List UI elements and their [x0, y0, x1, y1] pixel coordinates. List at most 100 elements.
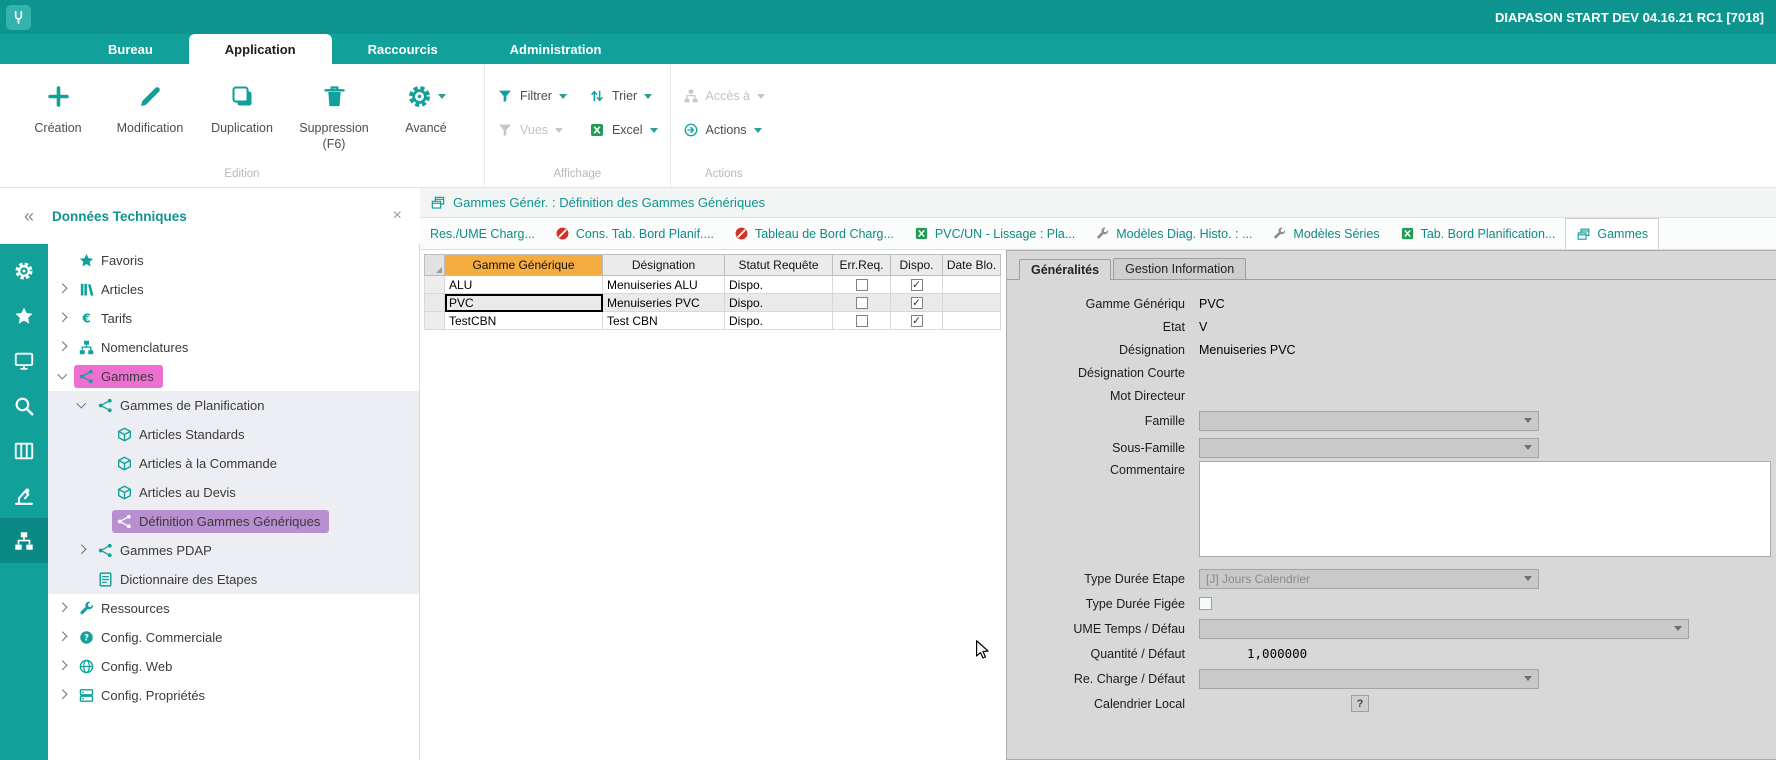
tree-expander[interactable] — [54, 375, 71, 378]
grid-cell-dispo[interactable]: ✓ — [891, 276, 943, 294]
checkbox-unchecked[interactable] — [856, 279, 868, 291]
tree-expander[interactable] — [54, 287, 71, 292]
trier-button[interactable]: Trier — [589, 88, 658, 104]
grid-cell-date-blo[interactable] — [943, 312, 1001, 330]
tree-item-config-commerciale[interactable]: Config. Commerciale — [48, 623, 419, 652]
tree-item-articles-au-devis[interactable]: Articles au Devis — [48, 478, 419, 507]
creation-button[interactable]: Création — [12, 72, 104, 153]
menu-tab-bureau[interactable]: Bureau — [72, 34, 189, 64]
grid-column-header-statut-requete[interactable]: Statut Requête — [725, 255, 833, 276]
grid-column-header-designation[interactable]: Désignation — [603, 255, 725, 276]
famille-dropdown[interactable] — [1199, 411, 1539, 431]
document-tab-modeles-diag-histo[interactable]: Modèles Diag. Histo. : ... — [1085, 218, 1262, 249]
checkbox-checked[interactable]: ✓ — [911, 315, 923, 327]
tree-item-dictionnaire-des-etapes[interactable]: Dictionnaire des Etapes — [48, 565, 419, 594]
grid-cell-date-blo[interactable] — [943, 294, 1001, 312]
checkbox-unchecked[interactable] — [856, 315, 868, 327]
menu-tab-administration[interactable]: Administration — [474, 34, 638, 64]
tree-expander[interactable] — [54, 606, 71, 611]
grid-cell[interactable]: Dispo. — [725, 276, 833, 294]
document-tab-cons-tab-bord-planif[interactable]: Cons. Tab. Bord Planif.... — [545, 218, 724, 249]
grid-row-alu[interactable]: ALUMenuiseries ALUDispo. ✓ — [425, 276, 1001, 294]
tree-item-gammes-pdap[interactable]: Gammes PDAP — [48, 536, 419, 565]
tree-item-config-proprietes[interactable]: Config. Propriétés — [48, 681, 419, 710]
tree-item-gammes[interactable]: Gammes — [48, 362, 419, 391]
tree-expander[interactable] — [54, 345, 71, 350]
tree-item-nomenclatures[interactable]: Nomenclatures — [48, 333, 419, 362]
detail-tab-gestion-information[interactable]: Gestion Information — [1113, 258, 1246, 279]
tree-expander[interactable] — [54, 693, 71, 698]
rail-machine-button[interactable] — [0, 473, 48, 518]
document-tab-tableau-de-bord-charg[interactable]: Tableau de Bord Charg... — [724, 218, 904, 249]
grid-cell-dispo[interactable]: ✓ — [891, 312, 943, 330]
commentaire-textarea[interactable] — [1199, 461, 1771, 557]
tree-item-tarifs[interactable]: Tarifs — [48, 304, 419, 333]
grid-cell[interactable]: TestCBN — [445, 312, 603, 330]
re-charge-defaut-dropdown[interactable] — [1199, 669, 1539, 689]
actions-button[interactable]: Actions — [683, 122, 765, 138]
grid-cell-err-req[interactable] — [833, 294, 891, 312]
calendar-help-button[interactable]: ? — [1351, 695, 1369, 712]
ume-temps-defau-dropdown[interactable] — [1199, 619, 1689, 639]
rail-star-button[interactable] — [0, 293, 48, 338]
collapse-sidebar-button[interactable]: « — [24, 207, 34, 225]
type-duree-figee-checkbox[interactable] — [1199, 597, 1212, 610]
row-selector[interactable] — [425, 294, 445, 312]
menu-tab-application[interactable]: Application — [189, 34, 332, 64]
tree-expander[interactable] — [73, 404, 90, 407]
grid-cell[interactable]: ALU — [445, 276, 603, 294]
document-tab-modeles-series[interactable]: Modèles Séries — [1262, 218, 1389, 249]
grid-cell[interactable]: Test CBN — [603, 312, 725, 330]
checkbox-checked[interactable]: ✓ — [911, 279, 923, 291]
tree-item-ressources[interactable]: Ressources — [48, 594, 419, 623]
rail-desktop-button[interactable] — [0, 338, 48, 383]
avance-button[interactable]: Avancé — [380, 72, 472, 153]
grid-column-header-dispo[interactable]: Dispo. — [891, 255, 943, 276]
tree-item-articles-a-la-commande[interactable]: Articles à la Commande — [48, 449, 419, 478]
checkbox-checked[interactable]: ✓ — [911, 297, 923, 309]
sous-famille-dropdown[interactable] — [1199, 438, 1539, 458]
excel-button[interactable]: Excel — [589, 122, 658, 138]
rail-columns-button[interactable] — [0, 428, 48, 473]
type-duree-etape-dropdown[interactable]: [J] Jours Calendrier — [1199, 569, 1539, 589]
grid-cell-err-req[interactable] — [833, 276, 891, 294]
tree-item-favoris[interactable]: Favoris — [48, 246, 419, 275]
detail-tab-generalites[interactable]: Généralités — [1019, 259, 1111, 280]
tree-expander[interactable] — [73, 548, 90, 553]
modification-button[interactable]: Modification — [104, 72, 196, 153]
rail-gear-button[interactable] — [0, 248, 48, 293]
tree-expander[interactable] — [54, 664, 71, 669]
tree-item-articles[interactable]: Articles — [48, 275, 419, 304]
menu-tab-raccourcis[interactable]: Raccourcis — [332, 34, 474, 64]
grid-cell-dispo[interactable]: ✓ — [891, 294, 943, 312]
rail-search-button[interactable] — [0, 383, 48, 428]
grid-column-header-err-req[interactable]: Err.Req. — [833, 255, 891, 276]
filtrer-button[interactable]: Filtrer — [497, 88, 567, 104]
tree-expander[interactable] — [54, 316, 71, 321]
row-selector[interactable] — [425, 276, 445, 294]
rail-hierarchy-button[interactable] — [0, 518, 48, 563]
grid-cell[interactable]: Dispo. — [725, 312, 833, 330]
grid-cell[interactable]: Menuiseries PVC — [603, 294, 725, 312]
document-tab-gammes[interactable]: Gammes — [1565, 218, 1659, 249]
grid-column-header-gamme-generique[interactable]: Gamme Générique — [445, 255, 603, 276]
grid-cell[interactable]: PVC — [445, 294, 603, 312]
document-tab-pvc-un-lissage-pla[interactable]: PVC/UN - Lissage : Pla... — [904, 218, 1085, 249]
grid-row-pvc[interactable]: PVCMenuiseries PVCDispo. ✓ — [425, 294, 1001, 312]
tree-item-gammes-de-planification[interactable]: Gammes de Planification — [48, 391, 419, 420]
row-selector[interactable] — [425, 312, 445, 330]
grid-cell[interactable]: Menuiseries ALU — [603, 276, 725, 294]
grid-cell-err-req[interactable] — [833, 312, 891, 330]
tree-item-articles-standards[interactable]: Articles Standards — [48, 420, 419, 449]
document-tab-res-ume-charg[interactable]: Res./UME Charg... — [420, 218, 545, 249]
grid-cell-date-blo[interactable] — [943, 276, 1001, 294]
close-sidebar-button[interactable]: × — [393, 208, 402, 224]
document-tab-tab-bord-planification[interactable]: Tab. Bord Planification... — [1390, 218, 1566, 249]
checkbox-unchecked[interactable] — [856, 297, 868, 309]
tree-item-definition-gammes-generiques[interactable]: Définition Gammes Génériques — [48, 507, 419, 536]
tree-expander[interactable] — [54, 635, 71, 640]
duplication-button[interactable]: Duplication — [196, 72, 288, 153]
grid-row-testcbn[interactable]: TestCBNTest CBNDispo. ✓ — [425, 312, 1001, 330]
grid-column-header-date-blo[interactable]: Date Blo. — [943, 255, 1001, 276]
grid-cell[interactable]: Dispo. — [725, 294, 833, 312]
